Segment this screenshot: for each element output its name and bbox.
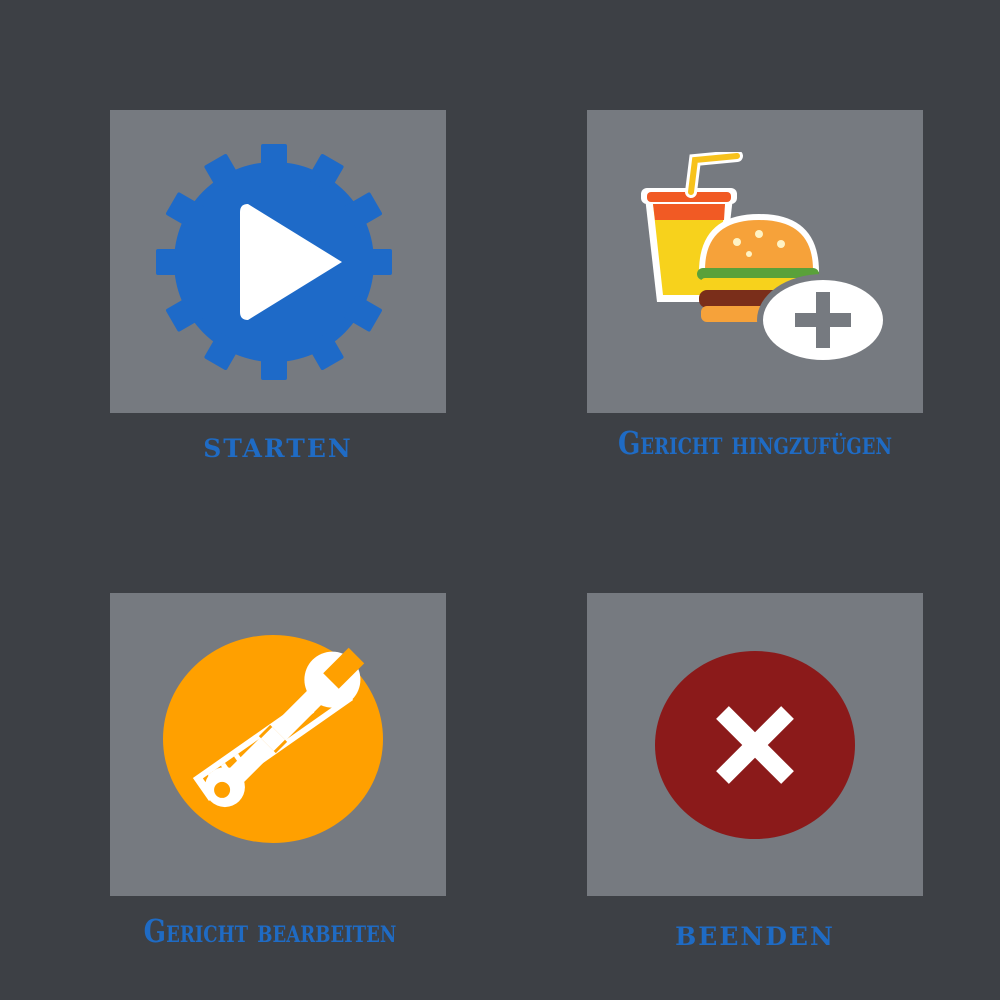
quit-button[interactable] [587,593,923,896]
add-dish-label[interactable]: Gericht hingzufügen [595,424,915,462]
quit-label[interactable]: beenden [587,912,923,954]
edit-dish-label[interactable]: Gericht bearbeiten [122,912,417,950]
add-dish-button[interactable] [587,110,923,413]
gear-play-icon [156,143,392,380]
start-label[interactable]: starten [110,424,446,466]
tools-icon [163,634,383,843]
start-button[interactable] [110,110,446,413]
main-menu-screen: starten Gericht hingzufügen Gericht bear… [0,0,1000,1000]
close-icon [655,650,855,839]
food-add-icon [641,151,885,366]
edit-dish-button[interactable] [110,593,446,896]
